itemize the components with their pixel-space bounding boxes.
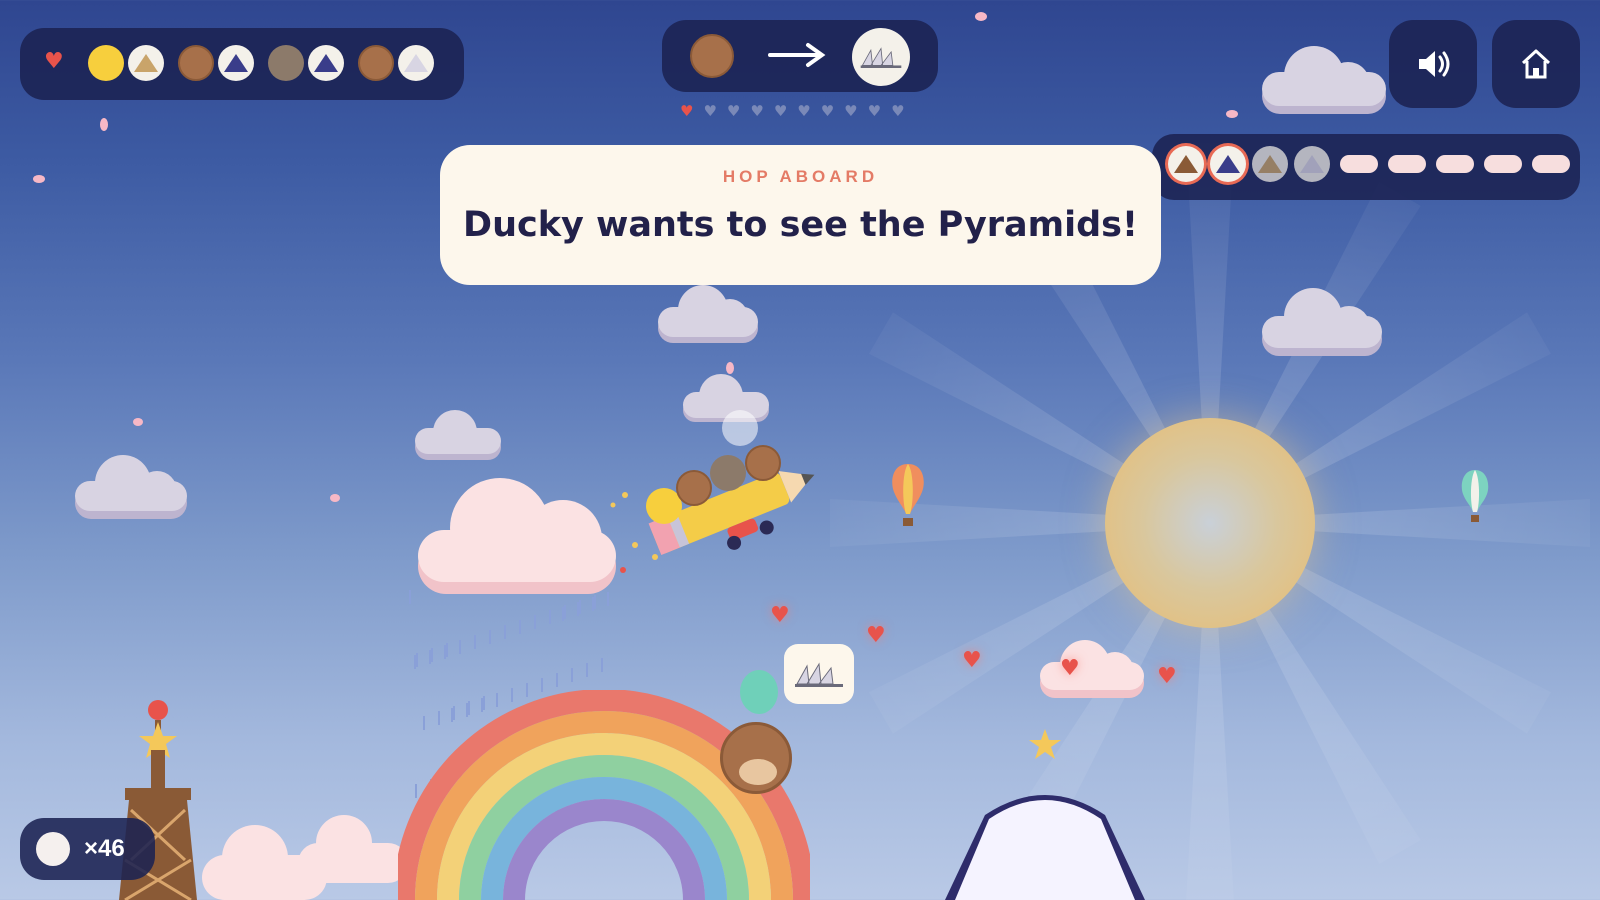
locked-cloud-icon (1532, 155, 1570, 173)
rider-bear (745, 445, 781, 481)
bear-avatar (178, 45, 214, 81)
rainbow (398, 690, 810, 900)
sydney-opera-house-icon (1294, 146, 1330, 182)
route-from-bear (690, 34, 734, 78)
cloud (1040, 640, 1144, 700)
heart-pickup[interactable]: ♥ (1157, 664, 1177, 689)
heart-pickup[interactable]: ♥ (1060, 656, 1080, 681)
eiffel-tower-icon (1168, 146, 1204, 182)
duck-avatar (88, 45, 124, 81)
sydney-opera-house-icon (398, 45, 434, 81)
progress-heart-empty: ♥ (773, 102, 788, 120)
petal (133, 418, 143, 426)
rain-cloud (418, 478, 616, 596)
progress-heart-empty: ♥ (750, 102, 764, 120)
locked-cloud-icon (1388, 155, 1426, 173)
destination-bubble (784, 644, 854, 704)
sound-button[interactable] (1389, 20, 1477, 108)
cloud (1262, 288, 1382, 358)
cloud (415, 410, 501, 462)
progress-heart-empty: ♥ (867, 102, 882, 120)
cloud (1262, 42, 1386, 117)
mount-fuji-icon (1210, 146, 1246, 182)
mount-fuji-icon (308, 45, 344, 81)
locked-cloud-icon (1484, 155, 1522, 173)
mount-fuji (945, 795, 1145, 900)
home-button[interactable] (1492, 20, 1580, 108)
arrow-right-icon (768, 43, 826, 67)
progress-heart-empty: ♥ (891, 102, 905, 120)
bear-avatar (358, 45, 394, 81)
passenger-pair (88, 45, 164, 81)
banner-kicker: HOP ABOARD (722, 167, 879, 186)
petal (975, 12, 987, 21)
progress-heart-empty: ♥ (820, 102, 835, 120)
hot-air-balloon (1461, 470, 1489, 522)
hop-aboard-banner: HOP ABOARD Ducky wants to see the Pyrami… (440, 145, 1161, 285)
rider-bear (676, 470, 712, 506)
hedgehog-avatar (268, 45, 304, 81)
passenger-pair (268, 45, 344, 81)
route-progress: ♥ ♥ ♥ ♥ ♥ ♥ ♥ ♥ ♥ ♥ (680, 102, 905, 120)
cloud (75, 453, 187, 523)
bunny-icon (36, 832, 70, 866)
petal (726, 362, 734, 374)
opera-house-icon (860, 47, 902, 68)
cloud (298, 815, 408, 885)
progress-heart-filled: ♥ (680, 102, 694, 120)
progress-heart-empty: ♥ (726, 102, 741, 120)
petal (1226, 110, 1238, 118)
waiting-passenger-bear[interactable] (720, 722, 792, 794)
locked-cloud-icon (1436, 155, 1474, 173)
petal (33, 175, 45, 183)
banner-message: Ducky wants to see the Pyramids! (463, 205, 1138, 245)
progress-heart-empty: ♥ (844, 102, 858, 120)
route-to-opera-house (852, 28, 910, 86)
pencil-rocket[interactable] (605, 405, 835, 595)
home-icon (1521, 49, 1551, 79)
hot-air-balloon (892, 464, 924, 526)
progress-heart-empty: ♥ (797, 102, 811, 120)
bunny-counter: ×46 (20, 818, 155, 880)
speech-bubble-pyramid (722, 410, 758, 446)
balloon (740, 670, 778, 714)
collection-list (1168, 146, 1570, 182)
passenger-pair (358, 45, 434, 81)
locked-cloud-icon (1340, 155, 1378, 173)
heart-icon: ♥ (44, 49, 64, 74)
heart-pickup[interactable]: ♥ (962, 648, 982, 673)
pyramids-icon (128, 45, 164, 81)
mount-fuji-icon (218, 45, 254, 81)
cloud (658, 285, 758, 345)
heart-pickup[interactable]: ♥ (866, 623, 886, 648)
bunny-count: ×46 (84, 835, 125, 862)
petal (330, 494, 340, 502)
progress-heart-empty: ♥ (703, 102, 717, 120)
rider-hedgehog (710, 455, 746, 491)
heart-pickup[interactable]: ♥ (770, 603, 790, 628)
opera-house-icon (795, 662, 843, 687)
passenger-pairs (88, 45, 442, 81)
petal (100, 118, 108, 131)
pyramids-icon (1252, 146, 1288, 182)
sun (1105, 418, 1315, 628)
star (1029, 729, 1061, 759)
speaker-icon (1419, 51, 1450, 77)
passenger-pair (178, 45, 254, 81)
